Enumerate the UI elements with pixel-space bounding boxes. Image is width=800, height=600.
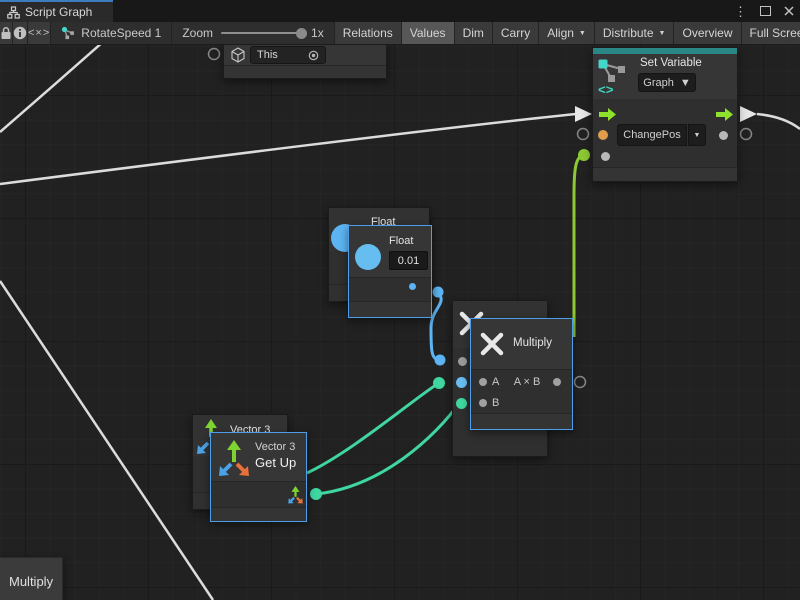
overview-button[interactable]: Overview <box>674 22 741 44</box>
tab-bar: Script Graph ⋮ <box>0 0 800 22</box>
multiply-node[interactable]: Multiply A A × B B <box>470 318 573 430</box>
flow-arrowhead-in <box>575 106 592 122</box>
chevron-down-icon: ▼ <box>694 132 701 139</box>
ghost-port-gray[interactable] <box>458 357 467 366</box>
vector3-get-up-node[interactable]: Vector 3 Get Up <box>210 432 307 522</box>
this-object-field[interactable]: This <box>250 46 326 64</box>
set-variable-icon: <> <box>597 58 629 96</box>
graph-asset-icon <box>61 26 75 40</box>
graph-name: RotateSpeed 1 <box>81 26 161 40</box>
flow-output-arrow[interactable] <box>716 108 733 121</box>
node-title: Multiply <box>513 337 552 349</box>
variable-name-dropdown[interactable]: ChangePos <box>617 124 687 146</box>
object-picker-icon[interactable] <box>308 50 319 61</box>
chevron-down-icon: ▼ <box>579 30 586 37</box>
zoom-label: Zoom <box>182 26 213 40</box>
zoom-value: 1x <box>311 26 324 40</box>
wire-multiply-to-set-variable[interactable] <box>574 155 584 337</box>
relations-button[interactable]: Relations <box>335 22 402 44</box>
output-value-port[interactable] <box>719 131 728 140</box>
wire-flow-into-set-variable[interactable] <box>0 114 576 184</box>
float-value-field[interactable]: 0.01 <box>389 251 428 270</box>
chevron-down-icon: ▼ <box>659 30 666 37</box>
wire-float-to-multiply[interactable] <box>431 292 441 360</box>
align-button[interactable]: Align ▼ <box>539 22 595 44</box>
variable-scope-dropdown[interactable]: Graph ▼ <box>638 73 696 92</box>
unconnected-port-circle[interactable] <box>575 377 586 388</box>
knob-lime[interactable] <box>578 149 590 161</box>
float-node[interactable]: Float 0.01 <box>348 225 432 318</box>
node-title: Float <box>389 235 413 247</box>
ghost-port-blue[interactable] <box>456 377 467 388</box>
code-icon: <×> <box>28 27 50 39</box>
unity-visual-scripting-window: Script Graph ⋮ <×> <box>0 0 800 600</box>
close-icon[interactable] <box>784 6 794 16</box>
info-icon <box>13 26 27 40</box>
knob-blue-float-out[interactable] <box>433 287 444 298</box>
wire-vector-to-multiply-a[interactable] <box>307 383 439 473</box>
distribute-button[interactable]: Distribute ▼ <box>595 22 675 44</box>
zoom-slider-handle[interactable] <box>296 28 307 39</box>
lock-icon <box>0 26 12 40</box>
vector3-diagonal-arrow-icon <box>196 440 211 455</box>
values-button[interactable]: Values <box>402 22 455 44</box>
maximize-icon[interactable] <box>760 6 771 16</box>
output-port[interactable] <box>553 378 561 386</box>
lock-button[interactable] <box>0 22 13 44</box>
unconnected-port-circle[interactable] <box>578 129 589 140</box>
zoom-slider[interactable] <box>221 32 303 34</box>
variable-name-caret[interactable]: ▼ <box>688 124 706 146</box>
svg-text:<>: <> <box>598 83 614 96</box>
node-title: Vector 3 <box>255 441 295 453</box>
vector3-icon <box>216 438 252 478</box>
float-literal-icon <box>355 244 381 270</box>
multiply-x-icon <box>479 331 505 357</box>
unconnected-port-circle[interactable] <box>741 129 752 140</box>
offscreen-multiply-node[interactable]: Multiply <box>0 557 63 600</box>
node-title: Set Variable <box>640 57 702 69</box>
ghost-port-teal[interactable] <box>456 398 467 409</box>
tab-label: Script Graph <box>25 5 92 19</box>
this-node[interactable]: This <box>223 45 387 79</box>
knob-blue-multiply-in[interactable] <box>435 355 446 366</box>
node-subtitle: Get Up <box>255 455 296 470</box>
graph-toolbar: <×> RotateSpeed 1 Zoom 1x Relations Valu… <box>0 22 800 45</box>
chevron-down-icon: ▼ <box>680 77 691 89</box>
window-controls: ⋮ <box>734 0 794 22</box>
wire-white-diagonal[interactable] <box>0 281 213 600</box>
input-a-port[interactable] <box>479 378 487 386</box>
script-graph-icon <box>7 6 20 19</box>
node-title: Multiply <box>9 574 53 589</box>
float-output-port[interactable] <box>409 283 416 290</box>
carry-button[interactable]: Carry <box>493 22 539 44</box>
set-variable-node[interactable]: <> Set Variable Graph ▼ ChangePos ▼ <box>592 47 738 182</box>
gameobject-cube-icon <box>230 47 246 63</box>
dim-button[interactable]: Dim <box>455 22 493 44</box>
input-value-port[interactable] <box>601 152 610 161</box>
kebab-menu-icon[interactable]: ⋮ <box>734 5 747 18</box>
flow-input-arrow[interactable] <box>599 108 616 121</box>
code-preview-button[interactable]: <×> <box>28 22 51 44</box>
wire-white-upper-left[interactable] <box>0 45 104 132</box>
knob-teal-vector-out[interactable] <box>310 488 322 500</box>
wire-vector-to-multiply-b[interactable] <box>316 402 460 494</box>
fullscreen-button[interactable]: Full Screen <box>742 22 800 44</box>
wire-flow-out-of-set-variable[interactable] <box>757 114 800 129</box>
input-b-port[interactable] <box>479 399 487 407</box>
graph-canvas[interactable]: This <> Set Variable Graph <box>0 45 800 600</box>
unconnected-port-circle[interactable] <box>209 49 220 60</box>
graph-breadcrumb[interactable]: RotateSpeed 1 <box>51 22 172 44</box>
target-port-orange[interactable] <box>598 130 608 140</box>
vector3-output-icon[interactable] <box>287 486 304 504</box>
tab-script-graph[interactable]: Script Graph <box>0 0 113 22</box>
zoom-control: Zoom 1x <box>172 22 334 44</box>
flow-arrowhead-out <box>740 106 757 122</box>
inspect-button[interactable] <box>13 22 28 44</box>
knob-teal-multiply-in[interactable] <box>433 377 445 389</box>
